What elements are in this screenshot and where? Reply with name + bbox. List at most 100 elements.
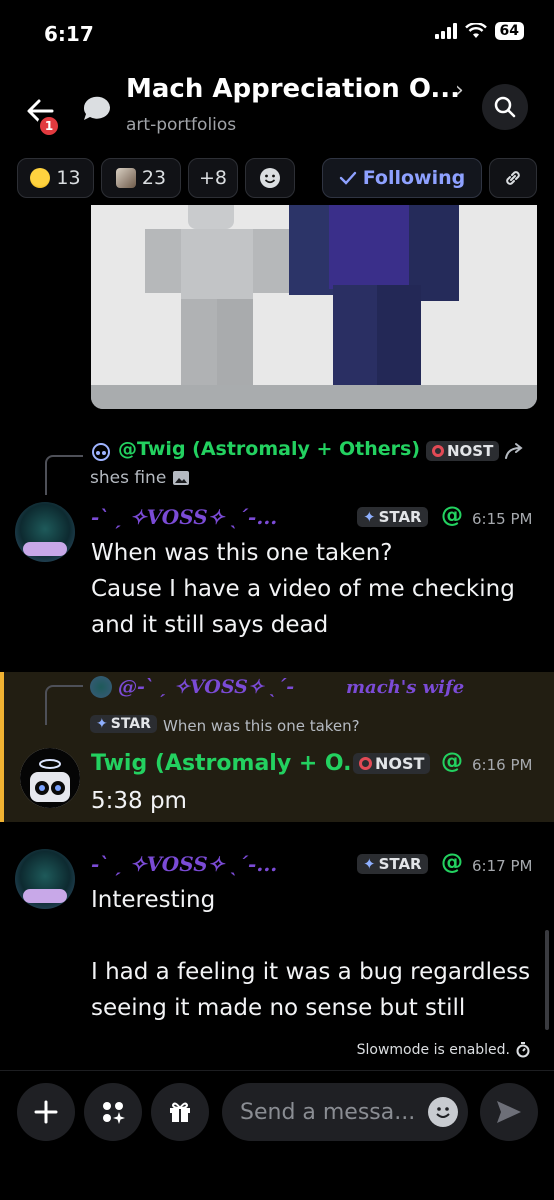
gift-icon — [170, 1102, 190, 1122]
reply-connector — [45, 685, 83, 725]
following-label: Following — [362, 167, 466, 189]
timestamp: 6:16 PM — [472, 756, 533, 774]
page-title[interactable]: Mach Appreciation O... — [126, 74, 460, 104]
reply-author[interactable]: @Twig (Astromaly + Others) — [118, 438, 420, 460]
avatar[interactable] — [15, 849, 75, 909]
wifi-icon — [464, 23, 487, 38]
signal-icon — [434, 23, 457, 39]
suited-avatar-figure — [289, 205, 459, 385]
message-body: When was this one taken? Cause I have a … — [91, 535, 515, 643]
reaction-bar: 13 23 +8 Following — [0, 158, 554, 200]
smiley-icon — [260, 168, 280, 188]
badge-icon: @ — [441, 503, 463, 528]
chevron-right-icon[interactable]: › — [455, 78, 464, 103]
more-reactions-button[interactable]: +8 — [188, 158, 238, 198]
message-line: and it still says dead — [91, 612, 329, 638]
link-icon — [506, 171, 520, 185]
message-author[interactable]: -ˋ ˏ ✧VOSS✧ ˎˊ-... — [91, 505, 277, 530]
image-floor — [91, 385, 537, 409]
role-tag: ✦ STAR — [357, 507, 428, 527]
emoji-picker-button[interactable] — [428, 1097, 458, 1127]
role-tag: NOST — [353, 753, 431, 774]
cat-avatar-icon — [115, 168, 136, 188]
role-tag: NOST — [426, 441, 500, 461]
tag-label: STAR — [378, 508, 422, 526]
twig-mini-avatar-icon — [90, 440, 112, 462]
reaction-scared[interactable]: 13 — [17, 158, 94, 198]
message-header: -ˋ ˏ ✧VOSS✧ ˎˊ-... ✦ STAR @ 6:17 PM — [91, 850, 541, 880]
message-composer: Send a messa... — [0, 1070, 554, 1200]
star-icon: ✦ — [363, 855, 376, 873]
scrollbar[interactable] — [545, 930, 549, 1030]
scared-face-icon — [30, 168, 51, 188]
reaction-cat[interactable]: 23 — [101, 158, 181, 198]
tag-label: STAR — [110, 716, 151, 732]
reply-text: shes fine — [90, 468, 167, 488]
slowmode-text: Slowmode is enabled. — [356, 1042, 510, 1058]
timestamp: 6:15 PM — [472, 510, 533, 528]
slowmode-notice: Slowmode is enabled. — [357, 1042, 530, 1058]
channel-header: 1 Mach Appreciation O... › art-portfolio… — [0, 70, 554, 150]
search-button[interactable] — [482, 84, 528, 130]
tag-label: STAR — [378, 855, 422, 873]
role-tag: ✦ STAR — [90, 715, 157, 733]
avatar[interactable] — [20, 748, 80, 808]
gift-button[interactable] — [151, 1083, 209, 1141]
reply-text: When was this one taken? — [163, 717, 360, 735]
message-line: 5:38 pm — [91, 788, 187, 814]
channel-name: art-portfolios — [126, 115, 237, 135]
message-input[interactable]: Send a messa... — [222, 1083, 468, 1141]
send-button[interactable] — [480, 1083, 538, 1141]
status-icons: 64 — [434, 22, 524, 40]
status-bar: 6:17 64 — [0, 0, 554, 70]
plus-icon — [34, 1100, 58, 1124]
message-body: Interesting I had a feeling it was a bug… — [91, 882, 530, 1026]
sparkle-apps-icon — [103, 1102, 125, 1124]
avatar[interactable] — [15, 502, 75, 562]
attached-image[interactable] — [91, 205, 537, 409]
copy-link-button[interactable] — [489, 158, 537, 198]
role-tag: ✦ STAR — [357, 854, 428, 874]
apps-button[interactable] — [84, 1083, 142, 1141]
reply-preview[interactable]: @-ˋ ˏ ✧VOSS✧ ˎˊ- mach's wife ✦ STAR When… — [90, 674, 540, 736]
message-header: Twig (Astromaly + O... NOST @ 6:16 PM — [91, 749, 541, 779]
thread-icon — [83, 96, 110, 120]
add-reaction-button[interactable] — [245, 158, 295, 198]
following-button[interactable]: Following — [322, 158, 482, 198]
reply-author-suffix: mach's wife — [346, 677, 465, 698]
reply-preview[interactable]: @Twig (Astromaly + Others) NOST shes fin… — [90, 438, 540, 492]
check-icon — [339, 171, 356, 185]
message-line: Cause I have a video of me checking — [91, 576, 515, 602]
more-reactions-label: +8 — [198, 167, 227, 189]
message-line: I had a feeling it was a bug regardless — [91, 959, 531, 985]
nost-icon — [359, 757, 372, 770]
badge-icon: @ — [441, 850, 463, 875]
send-icon — [497, 1101, 521, 1123]
message-body: 5:38 pm — [91, 783, 187, 819]
timestamp: 6:17 PM — [472, 857, 533, 875]
search-icon — [494, 96, 516, 118]
reply-arrow-icon — [505, 443, 523, 459]
grey-avatar-figure — [145, 205, 289, 385]
reply-connector — [45, 455, 83, 495]
star-icon: ✦ — [96, 716, 108, 732]
tag-label: NOST — [447, 442, 494, 460]
message-line: Interesting — [91, 887, 216, 913]
reaction-count: 23 — [141, 167, 167, 189]
voss-mini-avatar-icon — [90, 676, 112, 698]
twig-avatar-icon — [20, 748, 80, 808]
tag-label: NOST — [375, 754, 425, 773]
message-header: -ˋ ˏ ✧VOSS✧ ˎˊ-... ✦ STAR @ 6:15 PM — [91, 503, 541, 533]
message-author[interactable]: Twig (Astromaly + O... — [91, 751, 368, 776]
smiley-icon — [436, 1107, 450, 1118]
message-author[interactable]: -ˋ ˏ ✧VOSS✧ ˎˊ-... — [91, 852, 277, 877]
reaction-count: 13 — [56, 167, 81, 189]
nost-icon — [432, 445, 444, 457]
reply-author[interactable]: @-ˋ ˏ ✧VOSS✧ ˎˊ- — [118, 676, 294, 699]
badge-icon: @ — [441, 749, 463, 774]
notification-badge: 1 — [37, 114, 61, 138]
message-line: seeing it made no sense but still — [91, 995, 466, 1021]
image-icon — [173, 471, 189, 485]
message-input-placeholder: Send a messa... — [240, 1099, 416, 1125]
add-attachment-button[interactable] — [17, 1083, 75, 1141]
